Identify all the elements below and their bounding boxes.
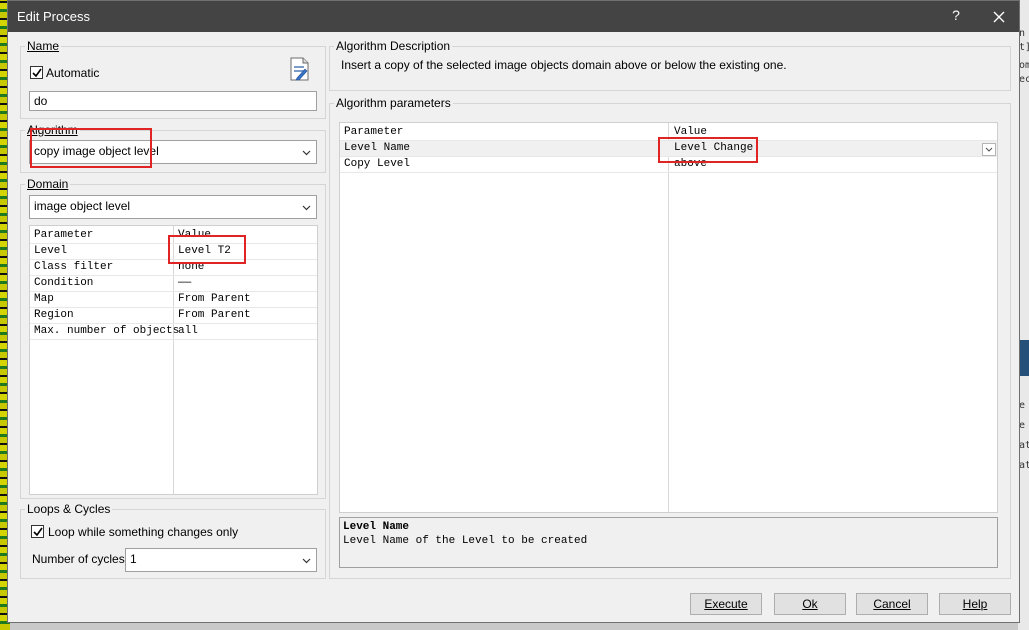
chevron-down-icon [302,205,311,211]
domain-param-name: Condition [34,277,94,289]
help-icon[interactable]: ? [946,7,966,27]
domain-param-name: Class filter [34,261,114,273]
algo-header-parameter: Parameter [344,126,404,138]
table-row[interactable]: Level Name Level Change [340,141,997,157]
chevron-down-icon [302,558,311,564]
help-button-label: Help [962,597,988,611]
edit-process-dialog: Edit Process ? Name Automatic do Algorit… [7,0,1020,623]
table-row[interactable]: Map From Parent [30,292,317,308]
domain-group-legend: Domain [27,177,69,191]
value-dropdown-button[interactable] [982,143,996,156]
algorithm-description-legend: Algorithm Description [336,39,451,53]
name-group-legend: Name [27,39,60,53]
background-text: ec [1019,74,1029,85]
ok-button-label: Ok [802,597,818,611]
background-text: at [1019,460,1029,471]
background-taskbar-edge [10,622,1018,630]
automatic-label[interactable]: Automatic [46,66,99,80]
process-name-input[interactable]: do [29,91,317,111]
table-row[interactable]: Region From Parent [30,308,317,324]
number-of-cycles-label: Number of cycles [32,552,125,566]
domain-param-name: Region [34,309,74,321]
domain-param-value[interactable]: Level T2 [178,245,231,257]
algo-grid-header: Parameter Value [340,125,997,141]
chevron-down-icon [985,147,993,152]
algorithm-group-legend: Algorithm [27,123,78,137]
parameter-help-title: Level Name [343,521,410,533]
cycles-selected-value: 1 [130,552,137,566]
algo-param-value[interactable]: above [674,158,707,170]
ok-button[interactable]: Ok [774,593,846,615]
algo-param-value[interactable]: Level Change [674,142,753,154]
table-row[interactable]: Class filter none [30,260,317,276]
dialog-title: Edit Process [17,9,90,24]
loop-changes-checkbox[interactable] [31,525,44,538]
grid-divider [668,123,669,512]
domain-param-name: Map [34,293,54,305]
domain-param-value[interactable]: From Parent [178,309,251,321]
cancel-button-label: Cancel [873,597,911,611]
cancel-button[interactable]: Cancel [856,593,928,615]
table-row[interactable]: Max. number of objects all [30,324,317,340]
table-row[interactable]: Copy Level above [340,157,997,173]
domain-select[interactable]: image object level [29,195,317,219]
execute-button-label: Execute [704,597,748,611]
background-text: om [1019,60,1029,71]
parameter-help-box: Level Name Level Name of the Level to be… [339,517,998,568]
title-bar[interactable]: Edit Process ? [8,1,1019,32]
parameter-help-text: Level Name of the Level to be created [343,535,588,547]
algo-param-name: Copy Level [344,158,411,170]
domain-parameter-grid: Parameter Value Level Level T2 Class fil… [29,225,318,495]
algorithm-selected-value: copy image object level [34,144,159,158]
algorithm-parameter-grid: Parameter Value Level Name Level Change … [339,122,998,513]
background-text: at [1019,440,1029,451]
loop-changes-label[interactable]: Loop while something changes only [48,525,238,539]
domain-param-name: Max. number of objects [34,325,180,337]
chevron-down-icon [302,150,311,156]
loops-group-legend: Loops & Cycles [27,502,111,516]
domain-param-name: Level [34,245,68,257]
process-name-value: do [34,94,48,108]
close-icon[interactable] [988,6,1010,28]
algorithm-description-text: Insert a copy of the selected image obje… [341,58,787,72]
table-row[interactable]: Condition —— [30,276,317,292]
help-button[interactable]: Help [939,593,1011,615]
domain-param-value[interactable]: From Parent [178,293,251,305]
domain-selected-value: image object level [34,199,131,213]
domain-header-parameter: Parameter [34,229,94,241]
number-of-cycles-select[interactable]: 1 [125,548,317,572]
algo-param-name: Level Name [344,142,411,154]
domain-param-value[interactable]: —— [178,277,191,289]
edit-document-icon[interactable] [288,56,310,82]
domain-header-value: Value [178,229,212,241]
algorithm-parameters-legend: Algorithm parameters [336,96,451,110]
automatic-checkbox[interactable] [30,66,43,79]
checkmark-icon [32,68,42,78]
background-text: t] [1019,42,1029,53]
algo-header-value: Value [674,126,708,138]
domain-param-value[interactable]: all [178,325,198,337]
domain-grid-header: Parameter Value [30,228,317,244]
domain-param-value[interactable]: none [178,261,204,273]
execute-button[interactable]: Execute [690,593,762,615]
algorithm-select[interactable]: copy image object level [29,140,317,164]
table-row[interactable]: Level Level T2 [30,244,317,260]
checkmark-icon [33,527,43,537]
